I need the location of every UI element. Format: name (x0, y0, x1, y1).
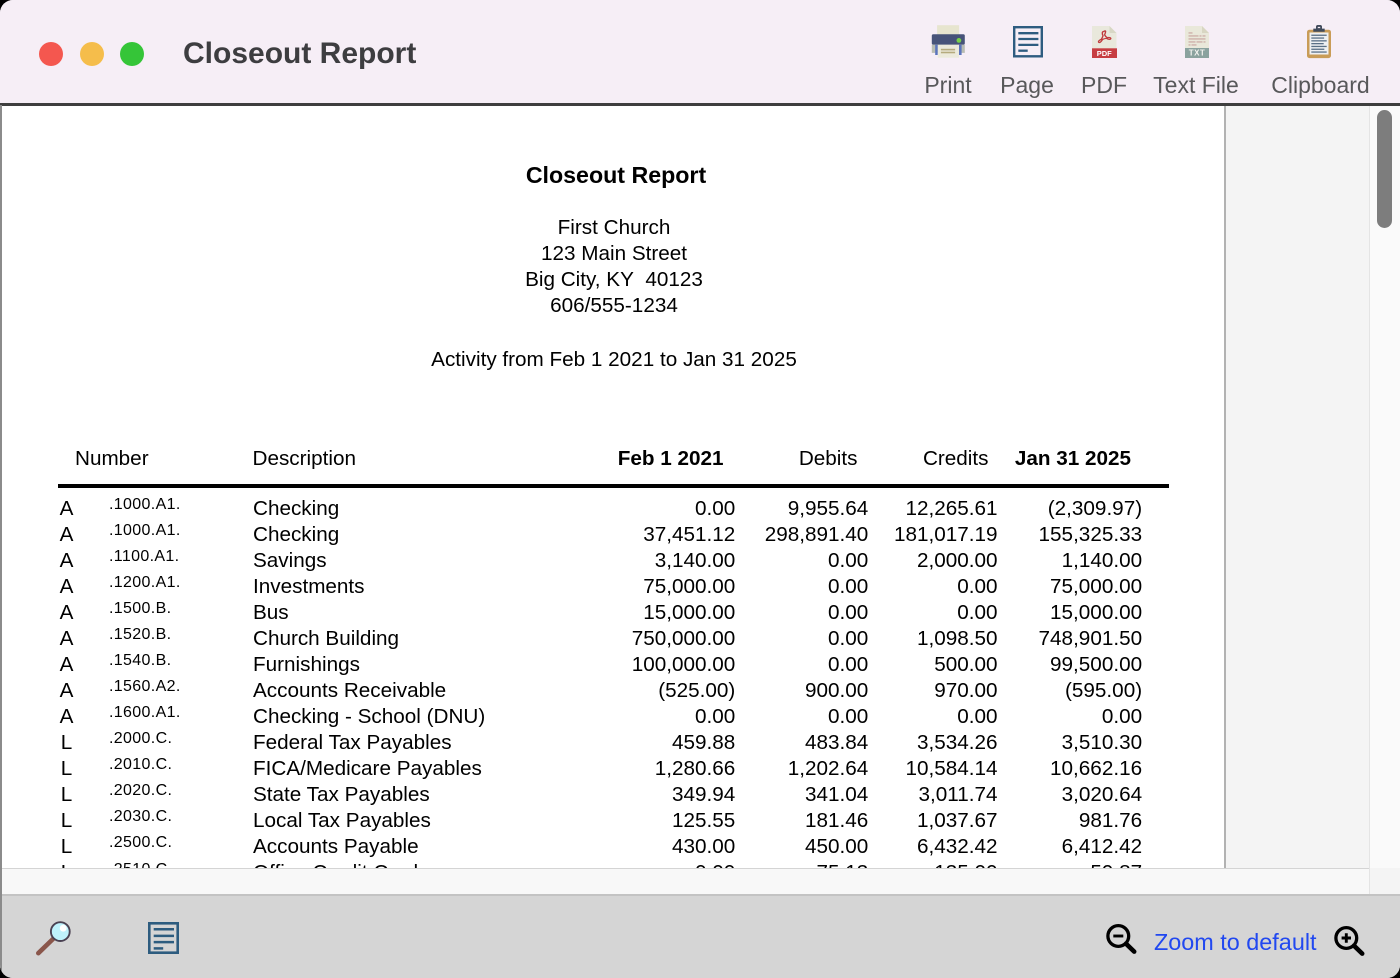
svg-text:TXT: TXT (1189, 49, 1206, 58)
svg-text:PDF: PDF (1097, 49, 1112, 58)
